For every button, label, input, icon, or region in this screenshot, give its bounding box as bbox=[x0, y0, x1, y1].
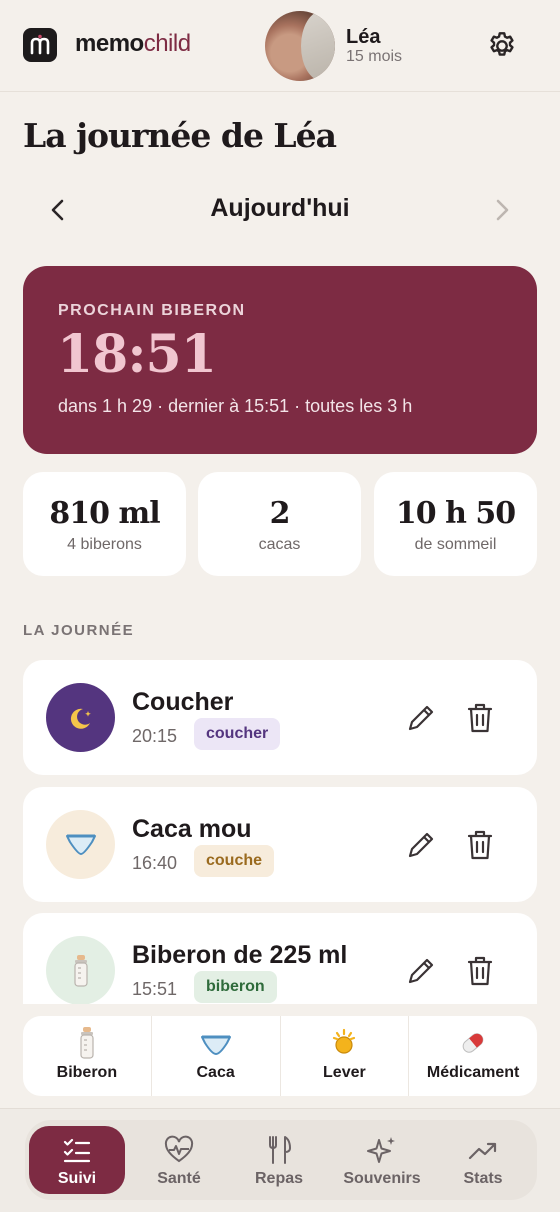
app-logo: memochild bbox=[75, 30, 191, 58]
tab-label: Santé bbox=[157, 1170, 201, 1187]
trash-icon[interactable] bbox=[463, 827, 497, 863]
edit-pencil-icon[interactable] bbox=[403, 827, 439, 863]
stat-label: cacas bbox=[258, 536, 301, 553]
trash-icon[interactable] bbox=[463, 700, 497, 736]
quick-add-bottle-button[interactable]: Biberon bbox=[23, 1016, 152, 1096]
entry-tag: couche bbox=[194, 845, 275, 877]
date-label: Aujourd'hui bbox=[210, 194, 350, 222]
tab-stats[interactable]: Stats bbox=[435, 1126, 531, 1194]
edit-pencil-icon[interactable] bbox=[403, 953, 439, 989]
diaper-icon bbox=[200, 1035, 231, 1055]
tab-sante[interactable]: Santé bbox=[131, 1126, 227, 1194]
stat-value: 2 bbox=[269, 496, 291, 531]
trash-icon[interactable] bbox=[463, 953, 497, 989]
stat-label: 4 biberons bbox=[67, 536, 142, 553]
stat-feedings[interactable]: 810 ml 4 biberons bbox=[23, 472, 186, 576]
tab-label: Souvenirs bbox=[343, 1170, 421, 1187]
logo-child: child bbox=[143, 30, 191, 57]
next-feeding-details: dans 1 h 29 · dernier à 15:51 · toutes l… bbox=[58, 396, 413, 416]
entry-time: 15:51 bbox=[132, 979, 178, 999]
entry-title: Biberon de 225 ml bbox=[132, 941, 348, 969]
page-title: La journée de Léa bbox=[23, 116, 337, 155]
entry-time: 16:40 bbox=[132, 853, 178, 873]
app-header: memochild Léa 15 mois bbox=[0, 0, 560, 92]
sparkles-icon bbox=[367, 1137, 395, 1163]
next-feeding-time: 18:51 bbox=[57, 324, 217, 385]
stat-value: 810 ml bbox=[49, 496, 160, 531]
bottle-icon bbox=[46, 936, 115, 1004]
settings-gear-icon[interactable] bbox=[486, 30, 518, 62]
tab-repas[interactable]: Repas bbox=[231, 1126, 327, 1194]
entry-title: Coucher bbox=[132, 688, 234, 716]
date-navigator: Aujourd'hui bbox=[0, 190, 560, 230]
stat-label: de sommeil bbox=[414, 536, 497, 553]
next-feeding-card[interactable]: PROCHAIN BIBERON 18:51 dans 1 h 29 · der… bbox=[23, 266, 537, 454]
logo-icon bbox=[23, 28, 57, 62]
entry-tag: coucher bbox=[194, 718, 281, 750]
sun-icon bbox=[333, 1028, 356, 1054]
tab-label: Repas bbox=[254, 1170, 304, 1187]
tab-label: Suivi bbox=[57, 1170, 97, 1187]
list-item[interactable]: Biberon de 225 ml 15:51 biberon bbox=[23, 913, 537, 1004]
entry-title: Caca mou bbox=[132, 815, 252, 843]
list-item[interactable]: Caca mou 16:40 couche bbox=[23, 787, 537, 902]
avatar[interactable] bbox=[265, 11, 335, 81]
quick-action-label: Biberon bbox=[56, 1064, 118, 1081]
tab-souvenirs[interactable]: Souvenirs bbox=[334, 1126, 430, 1194]
quick-add-poop-button[interactable]: Caca bbox=[152, 1016, 281, 1096]
section-label: LA JOURNÉE bbox=[23, 622, 135, 639]
trend-icon bbox=[468, 1142, 497, 1160]
stat-poops[interactable]: 2 cacas bbox=[198, 472, 361, 576]
child-age: 15 mois bbox=[346, 48, 403, 65]
quick-action-label: Caca bbox=[196, 1064, 235, 1081]
tab-suivi[interactable]: Suivi bbox=[29, 1126, 125, 1194]
moon-icon bbox=[46, 683, 115, 752]
stat-value: 10 h 50 bbox=[395, 496, 516, 531]
cutlery-icon bbox=[269, 1136, 291, 1164]
entries-list[interactable]: Coucher 20:15 coucher Caca mou 16:40 cou… bbox=[0, 650, 560, 1004]
entry-time: 20:15 bbox=[132, 726, 178, 746]
chevron-right-icon[interactable] bbox=[490, 196, 514, 224]
child-name[interactable]: Léa bbox=[346, 26, 380, 49]
quick-action-label: Lever bbox=[323, 1064, 366, 1081]
pill-icon bbox=[462, 1033, 484, 1053]
tab-label: Stats bbox=[463, 1170, 503, 1187]
quick-action-label: Médicament bbox=[426, 1064, 520, 1081]
quick-add-wake-button[interactable]: Lever bbox=[281, 1016, 410, 1096]
stat-sleep[interactable]: 10 h 50 de sommeil bbox=[374, 472, 537, 576]
diaper-icon bbox=[46, 810, 115, 879]
checklist-icon bbox=[63, 1138, 91, 1163]
next-feeding-label: PROCHAIN BIBERON bbox=[58, 302, 246, 319]
quick-actions-bar: Biberon Caca Lever Médicament bbox=[23, 1016, 537, 1096]
logo-memo: memo bbox=[75, 30, 144, 57]
list-item[interactable]: Coucher 20:15 coucher bbox=[23, 660, 537, 775]
heart-pulse-icon bbox=[164, 1135, 194, 1163]
entry-tag: biberon bbox=[194, 971, 277, 1003]
quick-add-medicine-button[interactable]: Médicament bbox=[409, 1016, 537, 1096]
edit-pencil-icon[interactable] bbox=[403, 700, 439, 736]
tab-bar: Suivi Santé Repas Souvenirs Stats bbox=[25, 1120, 537, 1200]
bottle-icon bbox=[80, 1027, 94, 1059]
